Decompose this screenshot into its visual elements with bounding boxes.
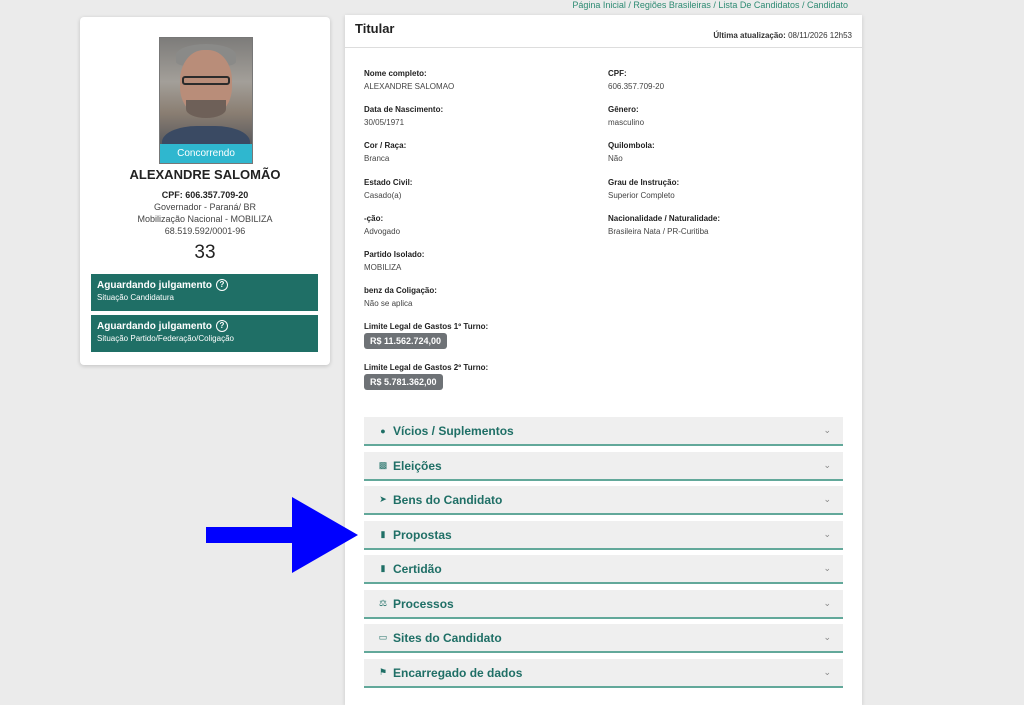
accordion-eleicoes[interactable]: ▩ Eleições ⌄: [364, 452, 843, 481]
accordion-label: Propostas: [393, 527, 452, 542]
field-value: Não se aplica: [364, 299, 413, 308]
candidate-cnpj: 68.519.592/0001-96: [164, 226, 246, 236]
chevron-down-icon: ⌄: [823, 563, 831, 573]
accordion-processos[interactable]: ⚖ Processos ⌄: [364, 590, 843, 619]
field-label: benz da Coligação:: [364, 286, 437, 295]
titular-card: Titular Última atualização: 08/11/2026 1…: [345, 15, 862, 705]
candidate-office: Governador - Paraná/ BR: [153, 202, 257, 212]
field-value: Brasileira Nata / PR-Curitiba: [608, 227, 709, 236]
field-label: Grau de Instrução:: [608, 178, 680, 187]
chevron-down-icon: ⌄: [823, 598, 831, 608]
breadcrumb[interactable]: Página Inicial / Regiões Brasileiras / L…: [572, 0, 848, 11]
accordion-label: Processos: [393, 596, 454, 611]
field-value: Casado(a): [364, 191, 402, 200]
last-update: Última atualização: 08/11/2026 12h53: [713, 31, 852, 40]
field-nacionalidade: Nacionalidade / Naturalidade: Brasileira …: [608, 214, 720, 236]
field-label: Gênero:: [608, 105, 639, 114]
candidate-photo: Concorrendo: [159, 37, 253, 164]
file-icon: ▮: [380, 563, 386, 573]
rocket-icon: ➤: [379, 494, 387, 504]
accordion-encarregado-dados[interactable]: ⚑ Encarregado de dados ⌄: [364, 659, 843, 688]
field-label: Partido Isolado:: [364, 250, 425, 259]
field-nascimento: Data de Nascimento: 30/05/1971: [364, 105, 443, 127]
field-label: Nome completo:: [364, 69, 427, 78]
user-shield-icon: ⚑: [378, 667, 388, 677]
field-nome: Nome completo: ALEXANDRE SALOMAO: [364, 69, 454, 91]
accordion-label: Vícios / Suplementos: [393, 423, 514, 438]
field-value: Branca: [364, 154, 390, 163]
candidate-party: Mobilização Nacional - MOBILIZA: [137, 214, 273, 224]
last-update-label: Última atualização:: [713, 31, 786, 40]
field-quilombola: Quilombola: Não: [608, 141, 655, 163]
status-partido: Aguardando julgamento? Situação Partido/…: [91, 315, 318, 352]
chevron-down-icon: ⌄: [823, 460, 831, 470]
field-label: Cor / Raça:: [364, 141, 407, 150]
field-label: Quilombola:: [608, 141, 655, 150]
field-limite-2-turno: Limite Legal de Gastos 2º Turno: R$ 5.781…: [364, 363, 488, 390]
field-partido: Partido Isolado: MOBILIZA: [364, 250, 424, 272]
amount-badge: R$ 5.781.362,00: [364, 374, 443, 390]
field-grau-instrucao: Grau de Instrução: Superior Completo: [608, 178, 679, 200]
field-value: 606.357.709-20: [608, 82, 665, 91]
accordion-bens-candidato[interactable]: ➤ Bens do Candidato ⌄: [364, 486, 843, 515]
question-circle-icon[interactable]: ?: [216, 279, 228, 291]
candidate-cpf: CPF: 606.357.709-20: [161, 190, 249, 200]
accordion-label: Eleições: [393, 458, 442, 473]
status-subtitle: Situação Partido/Federação/Coligação: [97, 334, 234, 343]
status-candidatura: Aguardando julgamento? Situação Candidat…: [91, 274, 318, 311]
scale-icon: ⚖: [378, 598, 388, 608]
status-title: Aguardando julgamento: [97, 320, 212, 332]
field-value: masculino: [608, 118, 645, 127]
status-title: Aguardando julgamento: [97, 279, 212, 291]
field-genero: Gênero: masculino: [608, 105, 644, 127]
sitemap-icon: ▩: [378, 460, 388, 470]
field-label: Limite Legal de Gastos 2º Turno:: [364, 363, 489, 372]
accordion-certidao[interactable]: ▮ Certidão ⌄: [364, 555, 843, 584]
candidate-number: 33: [194, 242, 216, 263]
last-update-value: 08/11/2026 12h53: [788, 31, 852, 40]
chevron-down-icon: ⌄: [823, 632, 831, 642]
accordion-label: Sites do Candidato: [393, 630, 502, 645]
field-value: MOBILIZA: [364, 263, 402, 272]
field-value: Não: [608, 154, 623, 163]
status-subtitle: Situação Candidatura: [97, 293, 174, 302]
laptop-icon: ▭: [378, 632, 388, 642]
field-label: Data de Nascimento:: [364, 105, 444, 114]
accordion-label: Certidão: [393, 561, 442, 576]
file-icon: ▮: [380, 529, 386, 539]
field-cpf: CPF: 606.357.709-20: [608, 69, 664, 91]
pointer-arrow-icon: [206, 497, 358, 578]
accordion-propostas[interactable]: ▮ Propostas ⌄: [364, 521, 843, 550]
amount-badge: R$ 11.562.724,00: [364, 333, 448, 349]
field-label: -ção:: [364, 214, 384, 223]
field-cor-raca: Cor / Raça: Branca: [364, 141, 406, 163]
field-label: Limite Legal de Gastos 1º Turno:: [364, 322, 489, 331]
candidate-card: Concorrendo ALEXANDRE SALOMÃO CPF: 606.3…: [80, 17, 330, 365]
accordion-sites-candidato[interactable]: ▭ Sites do Candidato ⌄: [364, 624, 843, 653]
field-value: ALEXANDRE SALOMAO: [364, 82, 455, 91]
chevron-down-icon: ⌄: [823, 494, 831, 504]
candidate-name: ALEXANDRE SALOMÃO: [129, 167, 281, 182]
question-circle-icon[interactable]: ?: [216, 320, 228, 332]
accordion-label: Encarregado de dados: [393, 665, 523, 680]
accordion-vicios-suplementos[interactable]: ● Vícios / Suplementos ⌄: [364, 417, 843, 446]
field-label: Nacionalidade / Naturalidade:: [608, 214, 721, 223]
field-ocupacao: -ção: Advogado: [364, 214, 400, 236]
field-label: CPF:: [608, 69, 627, 78]
divider: [345, 47, 862, 48]
field-coligacao: benz da Coligação: Não se aplica: [364, 286, 437, 308]
chevron-down-icon: ⌄: [823, 425, 831, 435]
section-title: Titular: [355, 21, 395, 36]
accordion-label: Bens do Candidato: [393, 492, 503, 507]
field-value: 30/05/1971: [364, 118, 405, 127]
field-value: Advogado: [364, 227, 401, 236]
field-estado-civil: Estado Civil: Casado(a): [364, 178, 412, 200]
field-limite-1-turno: Limite Legal de Gastos 1º Turno: R$ 11.56…: [364, 322, 488, 349]
user-icon: ●: [380, 425, 386, 436]
chevron-down-icon: ⌄: [823, 529, 831, 539]
chevron-down-icon: ⌄: [823, 667, 831, 677]
photo-status-label: Concorrendo: [160, 144, 252, 163]
field-label: Estado Civil:: [364, 178, 413, 187]
field-value: Superior Completo: [608, 191, 675, 200]
